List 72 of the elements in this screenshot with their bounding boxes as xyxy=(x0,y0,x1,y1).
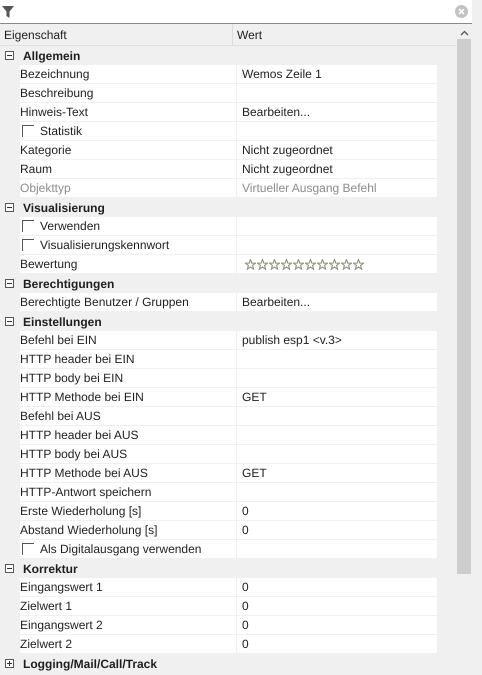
property-value[interactable]: 0 xyxy=(237,580,249,594)
section-title: Allgemein xyxy=(23,48,80,62)
collapse-icon[interactable] xyxy=(5,564,14,573)
section-title: Korrektur xyxy=(23,562,78,576)
star-icon[interactable] xyxy=(317,258,328,270)
column-header[interactable]: Eigenschaft xyxy=(0,28,67,42)
property-label: Zielwert 1 xyxy=(20,599,72,613)
star-icon[interactable] xyxy=(269,258,280,270)
filter-icon xyxy=(2,6,14,18)
property-label: Bewertung xyxy=(20,257,78,271)
collapse-icon[interactable] xyxy=(5,279,14,288)
property-value[interactable]: Bearbeiten... xyxy=(237,105,310,119)
section-title: Berechtigungen xyxy=(23,276,114,290)
property-label: HTTP header bei EIN xyxy=(20,352,134,366)
expand-icon[interactable] xyxy=(5,659,14,668)
property-label: Hinweis-Text xyxy=(20,105,88,119)
section-title: Logging/Mail/Call/Track xyxy=(23,656,158,670)
star-icon[interactable] xyxy=(305,258,316,270)
section-title: Einstellungen xyxy=(23,314,102,328)
property-label: Eingangswert 2 xyxy=(20,618,103,632)
property-label: Visualisierungskennwort xyxy=(40,238,170,252)
property-label: Statistik xyxy=(40,124,82,138)
checkbox[interactable] xyxy=(22,125,34,137)
property-label: HTTP body bei AUS xyxy=(20,447,128,461)
collapse-icon[interactable] xyxy=(5,317,14,326)
property-label: Beschreibung xyxy=(20,86,94,100)
star-icon[interactable] xyxy=(353,258,364,270)
property-label: Befehl bei AUS xyxy=(20,409,101,423)
collapse-icon[interactable] xyxy=(5,51,14,60)
property-value[interactable]: publish esp1 <v.3> xyxy=(237,333,342,347)
checkbox[interactable] xyxy=(22,220,34,232)
property-label: Objekttyp xyxy=(20,181,71,195)
property-value[interactable]: 0 xyxy=(237,599,249,613)
star-icon[interactable] xyxy=(281,258,292,270)
property-label: Befehl bei EIN xyxy=(20,333,97,347)
property-value[interactable]: GET xyxy=(237,390,267,404)
collapse-icon[interactable] xyxy=(5,203,14,212)
star-icon[interactable] xyxy=(341,258,352,270)
checkbox[interactable] xyxy=(22,239,34,251)
property-label: HTTP body bei EIN xyxy=(20,371,124,385)
property-label: Kategorie xyxy=(20,143,72,157)
property-label: Abstand Wiederholung [s] xyxy=(20,523,158,537)
property-value[interactable]: 0 xyxy=(237,504,249,518)
property-label: Erste Wiederholung [s] xyxy=(20,504,142,518)
scroll-up-icon[interactable] xyxy=(460,30,468,36)
property-value[interactable]: Nicht zugeordnet xyxy=(237,162,333,176)
property-value[interactable]: 0 xyxy=(237,618,249,632)
checkbox[interactable] xyxy=(22,543,34,555)
star-icon[interactable] xyxy=(245,258,256,270)
property-value[interactable]: Nicht zugeordnet xyxy=(237,143,333,157)
property-value[interactable]: 0 xyxy=(237,523,249,537)
property-label: HTTP Methode bei AUS xyxy=(20,466,148,480)
section-title: Visualisierung xyxy=(23,200,105,214)
property-label: Eingangswert 1 xyxy=(20,580,103,594)
property-label: Berechtigte Benutzer / Gruppen xyxy=(20,295,189,309)
property-label: Zielwert 2 xyxy=(20,637,72,651)
property-label: Bezeichnung xyxy=(20,67,90,81)
property-value[interactable]: Bearbeiten... xyxy=(237,295,310,309)
property-label: HTTP-Antwort speichern xyxy=(20,485,152,499)
property-label: Verwenden xyxy=(40,219,100,233)
property-label: Raum xyxy=(20,162,52,176)
property-label: Als Digitalausgang verwenden xyxy=(40,542,202,556)
star-icon[interactable] xyxy=(329,258,340,270)
property-value[interactable]: 0 xyxy=(237,637,249,651)
property-value[interactable]: GET xyxy=(237,466,267,480)
clear-icon[interactable] xyxy=(455,5,468,18)
property-label: HTTP Methode bei EIN xyxy=(20,390,144,404)
property-value[interactable]: Wemos Zeile 1 xyxy=(237,67,322,81)
column-header[interactable]: Wert xyxy=(233,28,262,42)
property-label: HTTP header bei AUS xyxy=(20,428,139,442)
star-icon[interactable] xyxy=(293,258,304,270)
star-icon[interactable] xyxy=(257,258,268,270)
